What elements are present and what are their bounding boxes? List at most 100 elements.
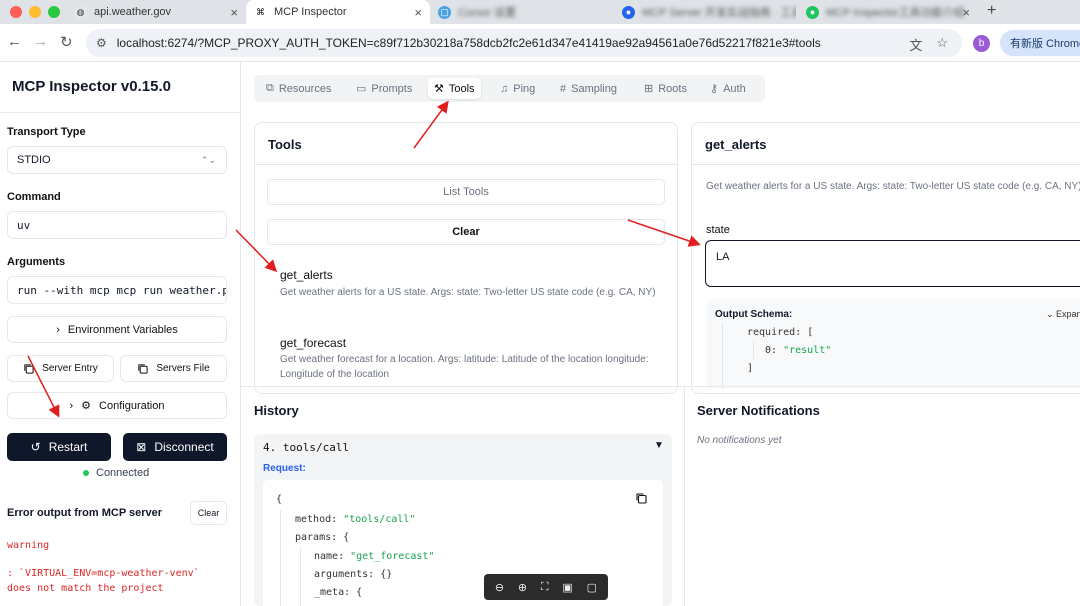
tools-panel-header: Tools xyxy=(255,123,677,165)
code-line: method: "tools/call" xyxy=(295,514,416,525)
request-label: Request: xyxy=(263,463,306,474)
site-info-icon[interactable]: ⚙ xyxy=(96,36,107,50)
key-icon: ⚷ xyxy=(710,83,719,95)
browser-tab-cursor[interactable]: ▢ Cursor 设置 xyxy=(430,0,610,24)
error-line: warning xyxy=(7,540,50,551)
no-notifications-text: No notifications yet xyxy=(697,435,782,446)
connection-status: Connected xyxy=(83,467,149,479)
tab-auth[interactable]: ⚷ Auth xyxy=(704,78,752,99)
zoom-in-icon[interactable]: ⊕ xyxy=(518,581,527,594)
chevron-right-icon: › xyxy=(56,323,60,336)
state-param-label: state xyxy=(706,224,730,236)
message-icon: ▭ xyxy=(356,83,367,95)
tab-close-icon[interactable]: × xyxy=(962,5,970,20)
minimize-window-button[interactable] xyxy=(29,6,41,18)
forward-icon[interactable]: → xyxy=(33,33,48,50)
tool-detail-header: get_alerts xyxy=(692,123,1080,165)
main-tab-bar: ⧉ Resources ▭ Prompts ⚒ Tools ♫ Ping # Sampli… xyxy=(254,75,765,102)
reload-icon[interactable]: ↻ xyxy=(60,33,73,51)
command-label: Command xyxy=(7,191,61,203)
error-clear-button[interactable]: Clear xyxy=(190,501,227,525)
error-output-title: Error output from MCP server xyxy=(7,507,163,519)
servers-file-button[interactable]: Servers File xyxy=(120,355,227,382)
expand-schema-button[interactable]: ⌄ Expand xyxy=(1046,309,1080,320)
back-icon[interactable]: ← xyxy=(7,33,22,50)
browser-tab-guide[interactable]: ● MCP Server 开发实战指南 · 工具 xyxy=(614,0,796,24)
bookmark-star-icon[interactable]: ☆ xyxy=(936,35,948,54)
window-controls xyxy=(10,6,60,18)
tools-panel: Tools List Tools Clear get_alerts Get we… xyxy=(254,122,678,394)
environment-variables-button[interactable]: › Environment Variables xyxy=(7,316,227,343)
disconnect-button[interactable]: ⊠ Disconnect xyxy=(123,433,227,461)
cursor-icon: ▢ xyxy=(438,5,451,19)
tab-roots[interactable]: ⊞ Roots xyxy=(638,78,693,99)
restart-icon: ↺ xyxy=(30,440,41,454)
present-icon[interactable]: ▣ xyxy=(562,581,572,594)
url-input[interactable]: ⚙ localhost:6274/?MCP_PROXY_AUTH_TOKEN=c… xyxy=(86,29,962,57)
update-chrome-button[interactable]: 有新版 Chrome xyxy=(1000,30,1080,56)
disconnect-icon: ⊠ xyxy=(136,440,147,454)
copy-icon xyxy=(24,364,34,374)
browser-tab-inspector[interactable]: ⌘ MCP Inspector × xyxy=(246,0,430,24)
tab-tools[interactable]: ⚒ Tools xyxy=(428,78,481,99)
tool-item-get-alerts[interactable]: get_alerts xyxy=(280,268,333,282)
restart-button[interactable]: ↺ Restart xyxy=(7,433,111,461)
tab-resources[interactable]: ⧉ Resources xyxy=(260,78,337,99)
code-line: name: "get_forecast" xyxy=(314,551,435,562)
tab-close-icon[interactable]: × xyxy=(230,5,238,20)
indent-guide xyxy=(753,341,754,359)
history-item[interactable]: 4. tools/call ▼ Request: { method: "tool… xyxy=(254,434,672,606)
translate-icon[interactable]: 文 xyxy=(909,35,922,54)
error-line: does not match the project xyxy=(7,583,164,594)
app-title: MCP Inspector v0.15.0 xyxy=(12,78,171,95)
schema-line: 0: "result" xyxy=(765,345,832,356)
close-window-button[interactable] xyxy=(10,6,22,18)
gear-icon: ⚙ xyxy=(81,400,92,412)
fit-screen-icon[interactable]: ⛶ xyxy=(541,581,549,594)
copy-icon[interactable] xyxy=(635,492,647,504)
error-line: : `VIRTUAL_ENV=mcp-weather-venv` xyxy=(7,568,200,579)
arguments-input[interactable]: run --with mcp mcp run weather.py xyxy=(7,276,227,304)
indent-guide xyxy=(722,323,723,389)
history-item-header: 4. tools/call xyxy=(263,441,350,454)
tool-detail-description: Get weather alerts for a US state. Args:… xyxy=(706,181,1080,192)
divider xyxy=(684,387,685,606)
tab-sampling[interactable]: # Sampling xyxy=(554,78,623,99)
comment-icon[interactable]: ▢ xyxy=(587,581,597,594)
code-line: arguments: {} xyxy=(314,569,393,580)
list-tools-button[interactable]: List Tools xyxy=(267,179,665,205)
zoom-out-icon[interactable]: ⊖ xyxy=(495,581,504,594)
sidebar: MCP Inspector v0.15.0 Transport Type STD… xyxy=(0,62,241,606)
globe-icon: ◍ xyxy=(74,5,87,19)
tool-detail-panel: get_alerts Get weather alerts for a US s… xyxy=(691,122,1080,394)
resize-divider[interactable] xyxy=(241,386,1080,387)
new-tab-icon[interactable]: + xyxy=(987,2,996,20)
clear-tools-button[interactable]: Clear xyxy=(267,219,665,245)
mcp-icon: ⌘ xyxy=(256,6,265,17)
maximize-window-button[interactable] xyxy=(48,6,60,18)
files-icon: ⧉ xyxy=(266,82,274,94)
tab-prompts[interactable]: ▭ Prompts xyxy=(350,78,418,99)
browser-tab-weather[interactable]: ◍ api.weather.gov × xyxy=(66,0,246,24)
browser-tab-intro[interactable]: ● MCP Inspector工具功能介绍 × xyxy=(798,0,978,24)
tab-close-icon[interactable]: × xyxy=(414,5,422,20)
transport-type-select[interactable]: STDIO ⌃⌄ xyxy=(7,146,227,174)
image-toolbar: ⊖ ⊕ ⛶ ▣ ▢ xyxy=(484,574,608,600)
code-line: _meta: { xyxy=(314,587,363,598)
chevron-right-icon: › xyxy=(69,399,74,412)
caret-down-icon[interactable]: ▼ xyxy=(654,440,664,451)
hammer-icon: ⚒ xyxy=(434,83,444,95)
status-dot-icon xyxy=(83,470,89,476)
command-input[interactable]: uv xyxy=(7,211,227,239)
server-entry-button[interactable]: Server Entry xyxy=(7,355,114,382)
configuration-button[interactable]: › ⚙ Configuration xyxy=(7,392,227,419)
tab-ping[interactable]: ♫ Ping xyxy=(494,78,541,99)
state-param-input[interactable]: LA xyxy=(705,240,1080,287)
chevron-updown-icon: ⌃⌄ xyxy=(200,154,216,165)
notifications-title: Server Notifications xyxy=(697,403,820,418)
profile-avatar[interactable]: b xyxy=(973,35,990,52)
indent-guide xyxy=(280,510,281,606)
browser-tab-strip: ◍ api.weather.gov × ⌘ MCP Inspector × ▢ … xyxy=(0,0,1080,24)
tool-item-get-forecast[interactable]: get_forecast xyxy=(280,336,346,350)
output-schema-box: Output Schema: ⌄ Expand required: [ 0: "… xyxy=(706,299,1080,389)
